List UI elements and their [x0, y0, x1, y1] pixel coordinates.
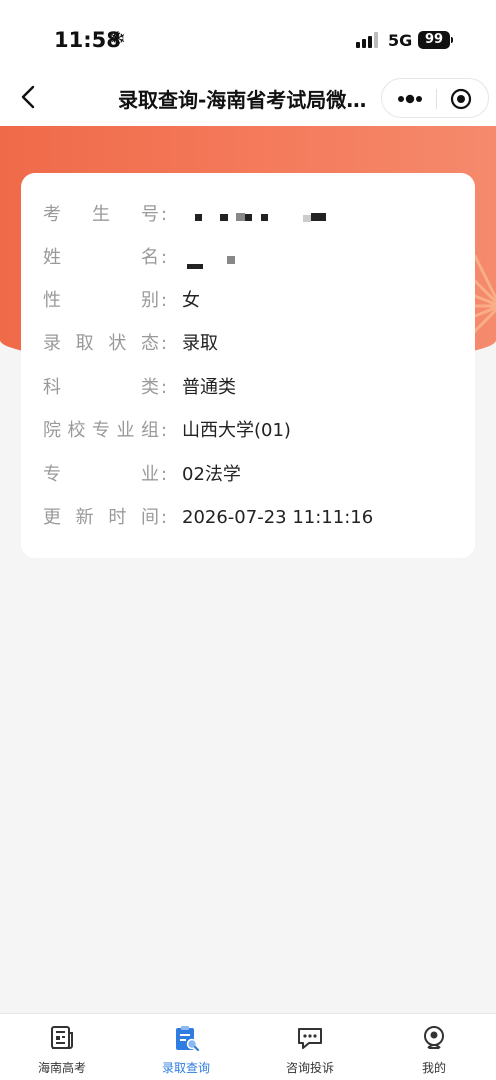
- row-label: 更新时间: [43, 507, 159, 528]
- signal-icon: [356, 32, 380, 48]
- row-label: 院校专业组: [43, 420, 159, 441]
- row-name: 姓名 :: [43, 243, 463, 273]
- status-bar: 11:58 ❄ 5G 99: [0, 0, 496, 70]
- news-icon: [51, 1026, 73, 1049]
- tab-label: 海南高考: [37, 1061, 86, 1075]
- tab-admission-query[interactable]: 录取查询: [124, 1014, 248, 1080]
- row-value: 录取: [182, 333, 218, 354]
- nav-bar: 录取查询-海南省考试局微信公众号: [0, 70, 496, 126]
- page-title: 录取查询-海南省考试局微信公众号: [118, 88, 380, 112]
- target-close-icon: [450, 88, 472, 110]
- more-icon: [398, 94, 422, 104]
- admission-result-card: 考生号 : 姓名 : 性别 : 女 录取状态 : 录取 科类 : 普通类 院校专…: [21, 173, 475, 558]
- tab-label: 我的: [421, 1061, 446, 1075]
- row-candidate-number: 考生号 :: [43, 200, 463, 230]
- row-gender: 性别 : 女: [43, 286, 463, 316]
- battery-icon: 99: [418, 31, 450, 49]
- row-label: 考生号: [43, 204, 159, 225]
- back-button[interactable]: [14, 82, 44, 112]
- tab-mine[interactable]: 我的: [372, 1014, 496, 1080]
- row-label: 专业: [43, 464, 159, 485]
- row-label: 录取状态: [43, 333, 159, 354]
- row-value: 女: [182, 290, 200, 311]
- mini-program-capsule: [381, 78, 489, 118]
- row-category: 科类 : 普通类: [43, 373, 463, 403]
- battery-tip: [451, 37, 453, 43]
- row-value: 山西大学(01): [182, 420, 291, 441]
- row-value: 普通类: [182, 377, 236, 398]
- capsule-divider: [436, 89, 437, 109]
- row-update-time: 更新时间 : 2026-07-23 11:11:16: [43, 503, 463, 533]
- row-value: 02法学: [182, 464, 241, 485]
- chevron-left-icon: [21, 85, 35, 109]
- tab-consult-complaint[interactable]: 咨询投诉: [248, 1014, 372, 1080]
- tab-hainan-gaokao[interactable]: 海南高考: [0, 1014, 124, 1080]
- more-button[interactable]: [396, 91, 424, 107]
- tab-bar: 海南高考 录取查询 咨询投诉 我的: [0, 1013, 496, 1080]
- row-major: 专业 : 02法学: [43, 460, 463, 490]
- profile-icon: [424, 1026, 444, 1049]
- chat-icon: [298, 1028, 322, 1049]
- tab-label: 咨询投诉: [285, 1061, 334, 1075]
- row-label: 性别: [43, 290, 159, 311]
- row-value: 2026-07-23 11:11:16: [182, 507, 374, 528]
- network-label: 5G: [388, 31, 413, 50]
- snowflake-icon: ❄: [110, 28, 126, 50]
- clipboard-search-icon: [176, 1026, 200, 1052]
- row-institution-group: 院校专业组 : 山西大学(01): [43, 416, 463, 446]
- row-label: 科类: [43, 377, 159, 398]
- close-button[interactable]: [450, 88, 472, 110]
- row-admission-status: 录取状态 : 录取: [43, 329, 463, 359]
- tab-label: 录取查询: [161, 1061, 210, 1075]
- row-label: 姓名: [43, 247, 159, 268]
